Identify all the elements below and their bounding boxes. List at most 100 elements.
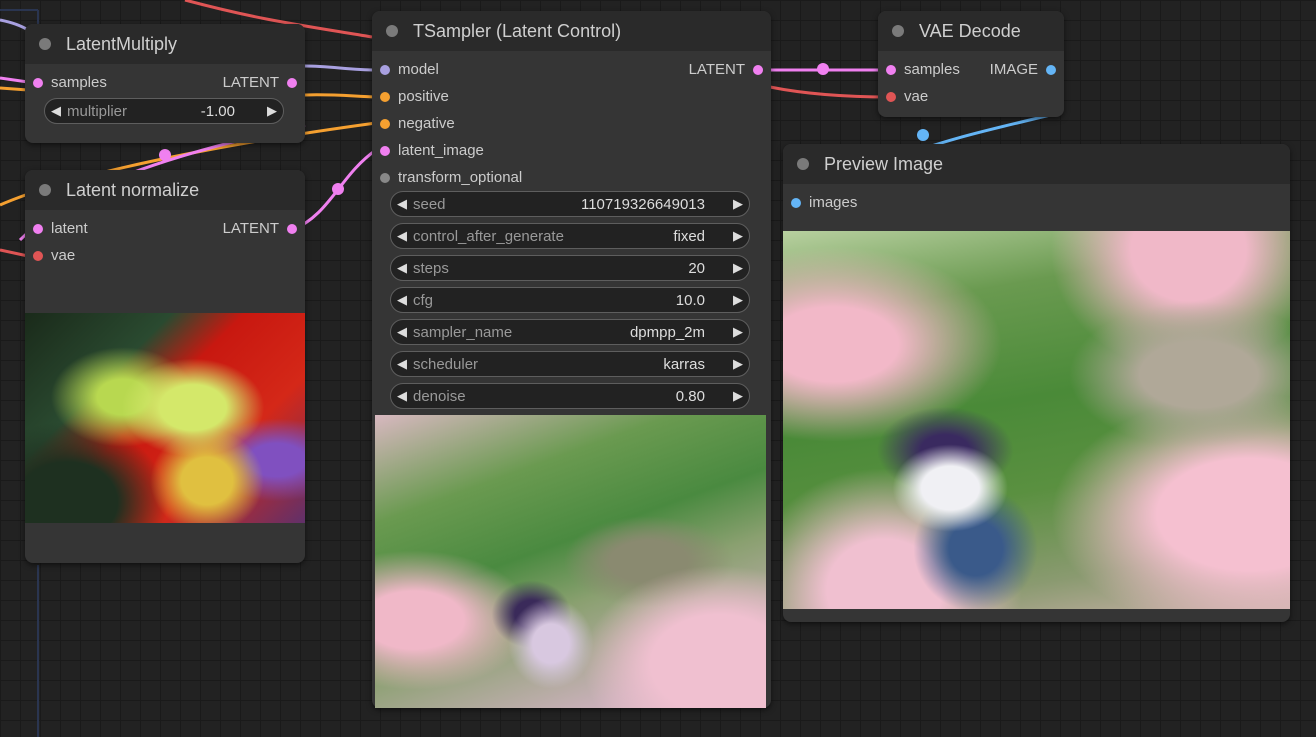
latent-multiply-node[interactable]: LatentMultiply samples LATENT ◀ multipli…	[25, 24, 305, 143]
widget-value: 20	[688, 259, 705, 277]
decrement-arrow-icon[interactable]: ◀	[391, 324, 413, 340]
widget-value: dpmpp_2m	[629, 323, 705, 341]
widget-seed[interactable]: ◀ seed 110719326649013 ▶	[390, 191, 750, 217]
slot-label: images	[809, 194, 858, 211]
input-slot-positive[interactable]: positive	[380, 88, 449, 105]
widget-multiplier[interactable]: ◀ multiplier -1.00 ▶	[44, 98, 284, 124]
slot-label: IMAGE	[989, 61, 1038, 78]
input-slot-transform-optional[interactable]: transform_optional	[380, 169, 522, 186]
collapse-dot[interactable]	[386, 25, 398, 37]
slot-dot[interactable]	[886, 91, 896, 102]
collapse-dot[interactable]	[39, 38, 51, 50]
widget-denoise[interactable]: ◀ denoise 0.80 ▶	[390, 383, 750, 409]
slot-dot[interactable]	[886, 64, 896, 75]
output-slot-latent[interactable]: LATENT	[223, 74, 297, 91]
widget-label: cfg	[413, 291, 434, 309]
decrement-arrow-icon[interactable]: ◀	[45, 103, 67, 119]
input-slot-images[interactable]: images	[791, 194, 857, 211]
slot-dot[interactable]	[33, 223, 43, 234]
widget-label: steps	[413, 259, 449, 277]
widget-label: sampler_name	[413, 323, 513, 341]
slot-dot[interactable]	[287, 77, 297, 88]
vae-decode-node[interactable]: VAE Decode samples IMAGE vae	[878, 11, 1064, 117]
input-slot-latent[interactable]: latent	[33, 220, 88, 237]
link-model	[304, 64, 377, 72]
widget-value: 0.80	[675, 387, 705, 405]
widget-sampler-name[interactable]: ◀ sampler_name dpmpp_2m ▶	[390, 319, 750, 345]
preview-image-node[interactable]: Preview Image images	[783, 144, 1290, 622]
decrement-arrow-icon[interactable]: ◀	[391, 356, 413, 372]
input-slot-samples[interactable]: samples	[886, 61, 960, 78]
link-latent-multiply-node	[159, 149, 171, 161]
slot-label: samples	[904, 61, 960, 78]
widget-label: multiplier	[67, 102, 128, 120]
node-title: VAE Decode	[919, 20, 1021, 41]
slot-dot[interactable]	[380, 118, 390, 129]
widget-steps[interactable]: ◀ steps 20 ▶	[390, 255, 750, 281]
slot-dot[interactable]	[753, 64, 763, 75]
slot-label: vae	[904, 88, 929, 105]
node-title: TSampler (Latent Control)	[413, 20, 622, 41]
collapse-dot[interactable]	[892, 25, 904, 37]
widget-value: -1.00	[200, 102, 235, 120]
widget-label: control_after_generate	[413, 227, 564, 245]
decrement-arrow-icon[interactable]: ◀	[391, 388, 413, 404]
slot-label: vae	[51, 247, 76, 264]
node-title: LatentMultiply	[66, 33, 178, 54]
decrement-arrow-icon[interactable]: ◀	[391, 196, 413, 212]
input-slot-negative[interactable]: negative	[380, 115, 455, 132]
slot-label: LATENT	[222, 74, 279, 91]
node-title-bar[interactable]: Preview Image	[783, 144, 1290, 184]
slot-dot[interactable]	[380, 91, 390, 102]
input-slot-vae[interactable]: vae	[33, 247, 75, 264]
slot-label: transform_optional	[398, 169, 523, 186]
increment-arrow-icon[interactable]: ▶	[727, 324, 749, 340]
slot-dot[interactable]	[287, 223, 297, 234]
widget-cfg[interactable]: ◀ cfg 10.0 ▶	[390, 287, 750, 313]
decrement-arrow-icon[interactable]: ◀	[391, 260, 413, 276]
node-title-bar[interactable]: Latent normalize	[25, 170, 305, 210]
widget-value: karras	[663, 355, 705, 373]
widget-value: 10.0	[675, 291, 705, 309]
link-model-in	[0, 18, 29, 32]
slot-dot[interactable]	[791, 197, 801, 208]
sampler-preview-image	[375, 415, 766, 708]
widget-scheduler[interactable]: ◀ scheduler karras ▶	[390, 351, 750, 377]
input-slot-model[interactable]: model	[380, 61, 439, 78]
input-slot-vae[interactable]: vae	[886, 88, 928, 105]
decrement-arrow-icon[interactable]: ◀	[391, 292, 413, 308]
slot-label: samples	[51, 74, 107, 91]
input-slot-samples[interactable]: samples	[33, 74, 107, 91]
increment-arrow-icon[interactable]: ▶	[727, 228, 749, 244]
increment-arrow-icon[interactable]: ▶	[261, 103, 283, 119]
link-vae-decode	[769, 85, 891, 99]
slot-dot[interactable]	[380, 172, 390, 183]
slot-dot[interactable]	[380, 145, 390, 156]
slot-dot[interactable]	[33, 250, 43, 261]
link-positive	[304, 93, 377, 99]
increment-arrow-icon[interactable]: ▶	[727, 292, 749, 308]
collapse-dot[interactable]	[797, 158, 809, 170]
node-title-bar[interactable]: LatentMultiply	[25, 24, 305, 64]
node-title: Latent normalize	[66, 179, 200, 200]
decrement-arrow-icon[interactable]: ◀	[391, 228, 413, 244]
increment-arrow-icon[interactable]: ▶	[727, 356, 749, 372]
tsampler-node[interactable]: TSampler (Latent Control) model LATENT p…	[372, 11, 771, 708]
input-slot-latent-image[interactable]: latent_image	[380, 142, 484, 159]
output-slot-image[interactable]: IMAGE	[990, 61, 1056, 78]
output-slot-latent[interactable]: LATENT	[223, 220, 297, 237]
node-title-bar[interactable]: TSampler (Latent Control)	[372, 11, 771, 51]
latent-normalize-node[interactable]: Latent normalize latent LATENT vae	[25, 170, 305, 563]
widget-control-after-generate[interactable]: ◀ control_after_generate fixed ▶	[390, 223, 750, 249]
link-latent-image-node	[332, 183, 344, 195]
slot-dot[interactable]	[1046, 64, 1056, 75]
slot-dot[interactable]	[380, 64, 390, 75]
node-title-bar[interactable]: VAE Decode	[878, 11, 1064, 51]
output-slot-latent[interactable]: LATENT	[689, 61, 763, 78]
increment-arrow-icon[interactable]: ▶	[727, 388, 749, 404]
slot-dot[interactable]	[33, 77, 43, 88]
collapse-dot[interactable]	[39, 184, 51, 196]
increment-arrow-icon[interactable]: ▶	[727, 196, 749, 212]
increment-arrow-icon[interactable]: ▶	[727, 260, 749, 276]
output-preview-image	[783, 231, 1290, 609]
